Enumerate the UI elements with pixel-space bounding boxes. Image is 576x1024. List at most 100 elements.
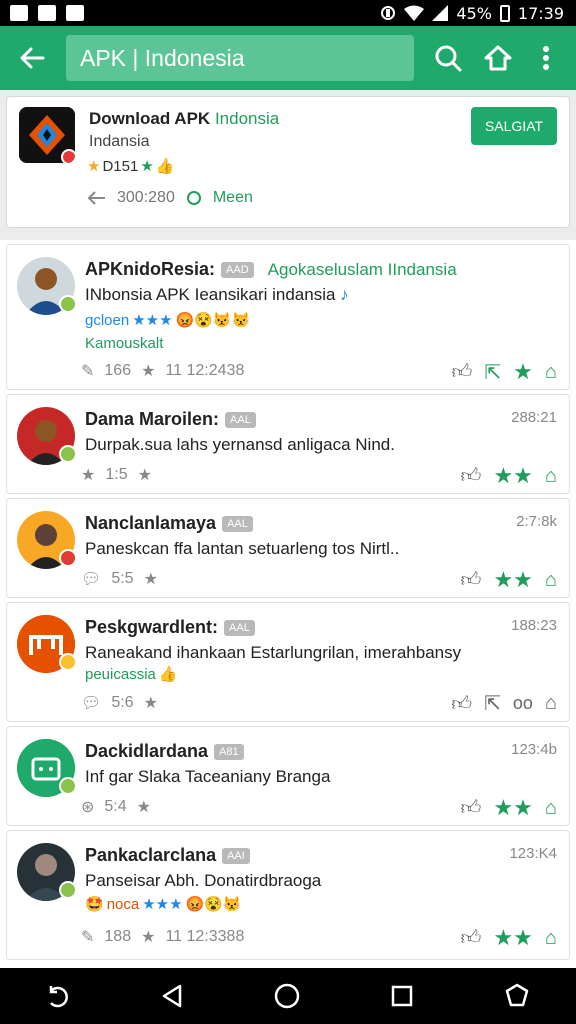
star-icon: ★ [143,571,158,588]
share-icon[interactable]: ⇱ [484,691,501,716]
rotate-icon[interactable] [45,983,71,1009]
app-notification-icon [38,5,56,21]
star-icon: ★ [136,799,151,816]
signal-icon [432,5,449,21]
review-time: 188:23 [511,617,557,634]
image-notification-icon [10,5,28,21]
vibrate-icon [381,6,396,20]
review-source: Agokaseluslam IIndansia [267,259,457,279]
review-card[interactable]: Peskgwardlent: AAL 188:23 Raneakand ihan… [6,602,570,722]
gallery-notification-icon [66,5,84,21]
verified-badge [59,295,77,313]
review-time: 123:4b [511,741,557,758]
star-icon: ★★★ [142,896,183,913]
search-button[interactable] [428,38,468,78]
star-icon: ★ [141,929,156,946]
review-card[interactable]: Pankaclarclana AAI 123:K4 Panseisar Abh.… [6,830,570,960]
review-time: 288:21 [511,409,557,426]
install-button[interactable]: SALGIAT [471,107,557,145]
star-icon[interactable]: ★ [513,359,533,385]
thumb-up-icon[interactable]: 👍︎ [451,692,472,716]
app-meta: 300:280 Meen [87,189,253,207]
battery-percent: 45% [456,3,492,23]
review-actions: 👍︎ ⇱ oo ⌂ [451,691,557,716]
like-icon[interactable]: ⌂ [545,569,557,592]
reviewer-name: Pankaclarclana AAI [85,845,250,866]
verified-badge [59,445,77,463]
star-icon: ★ [81,467,96,484]
verified-badge [59,881,77,899]
rating-text: D151 [102,157,139,175]
review-count: 5:6 [111,694,134,711]
star-icon[interactable]: ★★ [493,925,532,951]
reviewer-name: Nanclanlamaya AAL [85,513,253,534]
user-tag: AAL [222,515,253,532]
search-field[interactable]: APK | Indonesia [66,35,414,81]
star-icon[interactable]: ★★ [493,567,532,593]
reviewer-name: Peskgwardlent: AAL [85,617,255,638]
like-icon[interactable]: ⌂ [545,465,557,488]
review-extra-line: 🤩 noca ★★★ 😡😵😾 [85,895,242,914]
thumb-up-icon[interactable]: 👍︎ [461,926,482,950]
like-icon[interactable]: ⌂ [545,797,557,820]
reviewer-name: APKnidoResia: AAD Agokaseluslam IIndansi… [85,259,457,279]
home-button[interactable] [478,38,518,78]
app-subtitle: Indansia [89,133,150,150]
refresh-icon [186,191,201,205]
thumbs-up-icon: 👍 [155,158,175,175]
thumb-up-icon[interactable]: 👍︎ [452,360,473,384]
status-bar: 45% 17:39 [0,0,576,26]
review-time: 123:K4 [509,845,557,862]
review-actions: 👍︎ ★★ ⌂ [461,925,557,951]
app-header-card: Download APK Indonsia Indansia ★ D151 ★ … [6,96,570,228]
thumb-up-icon[interactable]: 👍︎ [461,796,482,820]
user-tag: AAL [225,411,256,428]
review-time: 2:7:8k [516,513,557,530]
like-icon[interactable]: ⌂ [545,927,557,950]
review-extra-line: peuicassia 👍 [85,665,178,684]
review-footer: ✎ 188 ★ 11 12:3388 [81,927,244,947]
more-icon[interactable]: oo [513,693,533,714]
star-icon[interactable]: ★★ [493,463,532,489]
review-count: 5:5 [111,570,134,587]
app-rating: ★ D151 ★ 👍 [87,157,175,176]
review-actions: 👍︎ ★★ ⌂ [461,463,557,489]
review-footer: 💬︎ 5:6 ★ [81,693,158,713]
star-icon[interactable]: ★★ [493,795,532,821]
review-text: Inf gar Slaka Taceaniany Branga [85,767,331,786]
review-text: Paneskcan ffa lantan setuarleng tos Nirt… [85,539,400,558]
emoji-icon: 😡😵😾😾 [175,312,251,329]
clock: 17:39 [517,3,564,23]
user-tag: A81 [214,743,244,760]
star-icon: ★ [140,158,154,175]
reply-icon [87,191,105,205]
wifi-icon [404,5,425,21]
back-button[interactable] [0,26,64,90]
review-actions: 👍︎ ★★ ⌂ [461,795,557,821]
review-actions: 👍︎ ⇱ ★ ⌂ [452,359,558,385]
eye-icon: ⊛ [81,799,95,816]
review-card[interactable]: Dackidlardana A81 123:4b Inf gar Slaka T… [6,726,570,826]
recents-square-icon[interactable] [390,984,414,1008]
review-count: 166 [104,362,132,379]
back-triangle-icon[interactable] [160,983,184,1009]
emoji-icon: 🤩 [85,896,104,913]
overflow-menu-button[interactable] [526,38,566,78]
thumb-up-icon[interactable]: 👍︎ [461,568,482,592]
search-field-text: APK | Indonesia [80,44,245,71]
review-extra-line-2: Kamouskalt [85,335,164,352]
search-icon [435,45,462,72]
review-actions: 👍︎ ★★ ⌂ [461,567,557,593]
like-icon[interactable]: ⌂ [545,361,557,384]
thumb-up-icon[interactable]: 👍︎ [461,464,482,488]
review-card[interactable]: APKnidoResia: AAD Agokaseluslam IIndansi… [6,244,570,390]
screenshot-icon[interactable] [503,983,531,1009]
more-vert-icon [543,46,549,70]
like-icon[interactable]: ⌂ [545,692,557,715]
home-circle-icon[interactable] [273,982,301,1010]
share-icon[interactable]: ⇱ [484,360,501,385]
review-card[interactable]: Dama Maroilen: AAL 288:21 Durpak.sua lah… [6,394,570,494]
meta-label: Meen [212,189,253,206]
home-upload-icon [484,45,512,71]
review-card[interactable]: Nanclanlamaya AAL 2:7:8k Paneskcan ffa l… [6,498,570,598]
